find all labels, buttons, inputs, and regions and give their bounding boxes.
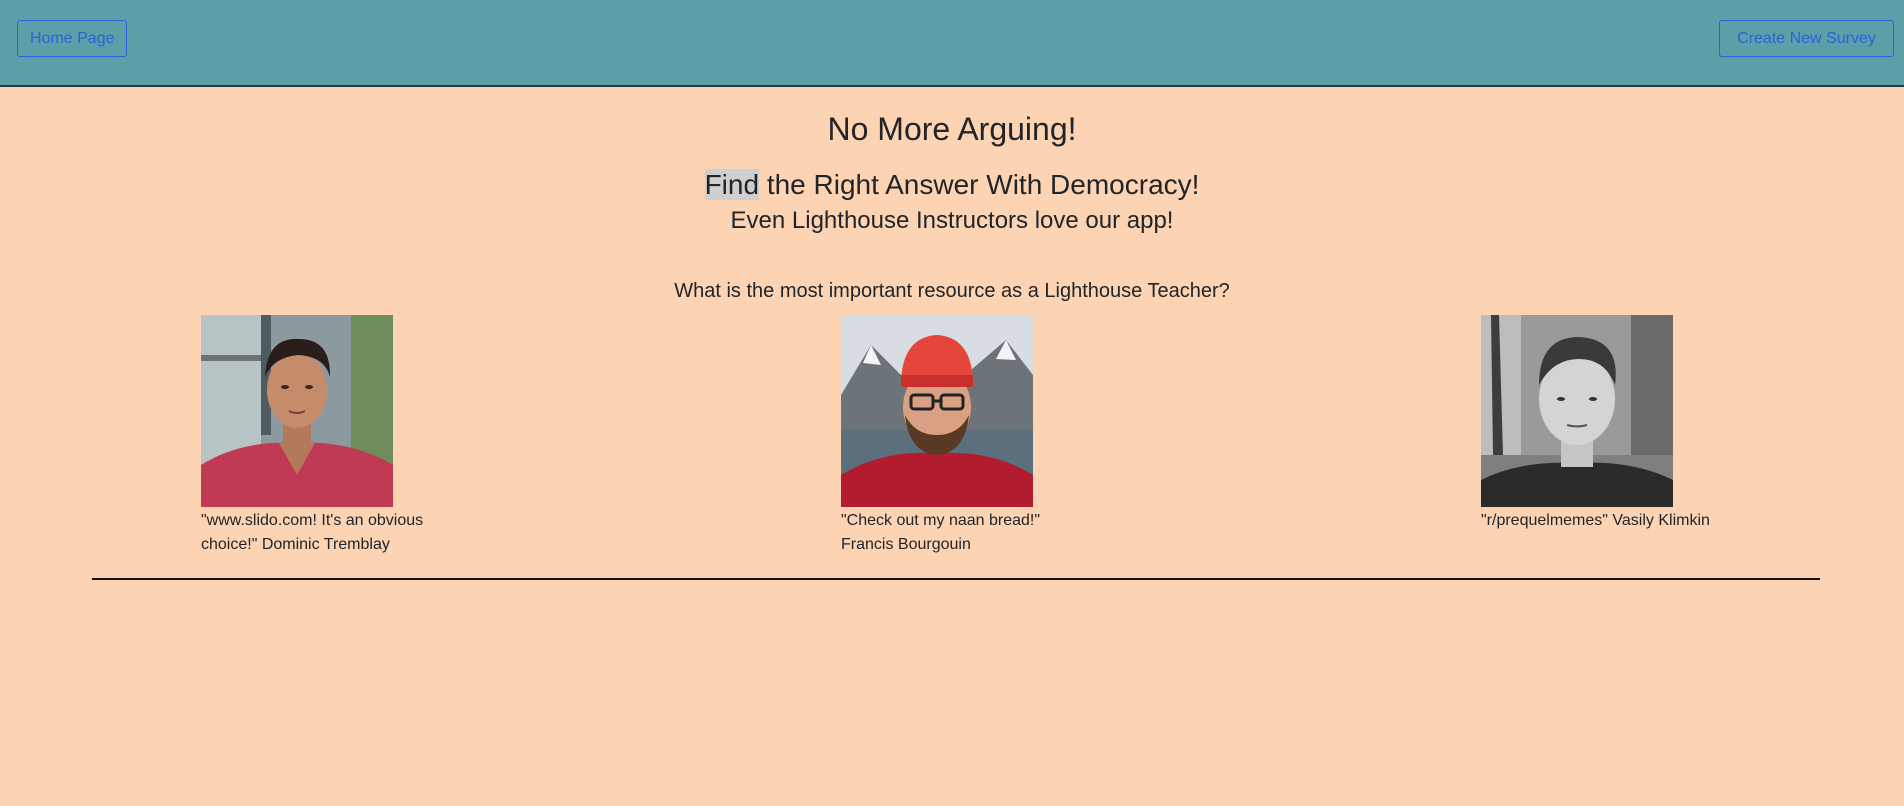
- top-navbar: Home Page Create New Survey: [0, 0, 1904, 87]
- person-photo-red-beanie-icon: [841, 315, 1033, 507]
- testimonial-card: "www.slido.com! It's an obvious choice!"…: [201, 315, 436, 557]
- testimonial-card: "r/prequelmemes" Vasily Klimkin: [1481, 315, 1716, 533]
- testimonial-quote: "www.slido.com! It's an obvious choice!"…: [201, 512, 424, 553]
- page-subheadline: Find the Right Answer With Democracy!: [0, 167, 1904, 203]
- testimonial-quote: "r/prequelmemes" Vasily Klimkin: [1481, 512, 1710, 529]
- testimonials-section: "www.slido.com! It's an obvious choice!"…: [0, 315, 1904, 565]
- person-photo-grayscale-icon: [1481, 315, 1673, 507]
- tagline: Even Lighthouse Instructors love our app…: [730, 207, 1174, 234]
- highlighted-word: Find: [704, 169, 760, 200]
- hero-section: No More Arguing! Find the Right Answer W…: [0, 87, 1904, 305]
- testimonial-card: "Check out my naan bread!" Francis Bourg…: [841, 315, 1076, 557]
- survey-question: What is the most important resource as a…: [674, 280, 1230, 302]
- person-photo-red-shirt-icon: [201, 315, 393, 507]
- photo-vasily-klimkin: [1481, 315, 1673, 507]
- photo-dominic-tremblay: [201, 315, 393, 507]
- section-divider: [92, 578, 1820, 580]
- page-headline: No More Arguing!: [827, 111, 1077, 147]
- subheadline-text: the Right Answer With Democracy!: [759, 169, 1200, 200]
- home-page-button[interactable]: Home Page: [17, 20, 127, 57]
- create-new-survey-button[interactable]: Create New Survey: [1719, 20, 1894, 57]
- testimonial-quote: "Check out my naan bread!" Francis Bourg…: [841, 512, 1041, 553]
- photo-francis-bourgouin: [841, 315, 1033, 507]
